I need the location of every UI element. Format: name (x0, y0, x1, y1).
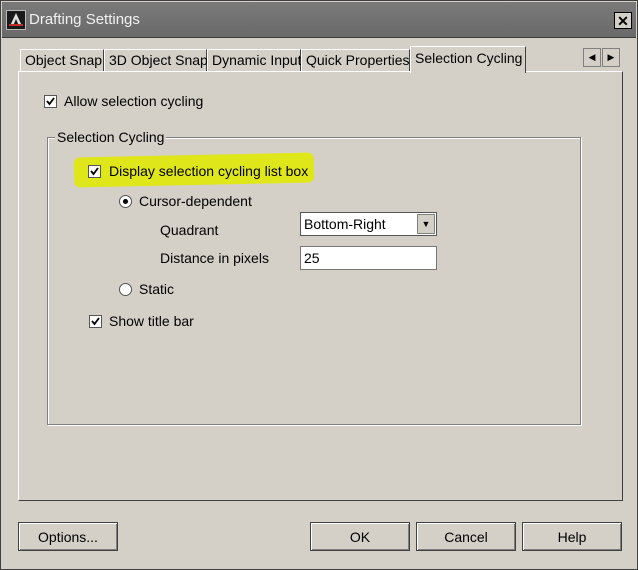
title-bar[interactable]: Drafting Settings ✕ (2, 2, 636, 38)
static-label[interactable]: Static (139, 281, 174, 297)
radio-selected-dot (123, 199, 128, 204)
drafting-settings-dialog: Drafting Settings ✕ Object Snap 3D Objec… (0, 0, 638, 570)
arrow-right-icon: ▶ (607, 52, 615, 62)
tab-selection-cycling[interactable]: Selection Cycling (410, 46, 526, 73)
quadrant-label: Quadrant (160, 222, 219, 238)
autocad-logo-icon (6, 10, 26, 30)
cancel-button[interactable]: Cancel (416, 522, 516, 551)
close-icon: ✕ (617, 12, 629, 29)
tab-quick-properties[interactable]: Quick Properties (301, 49, 410, 71)
arrow-left-icon: ◀ (588, 52, 596, 62)
cursor-dependent-label[interactable]: Cursor-dependent (139, 193, 252, 209)
distance-input[interactable]: 25 (300, 246, 437, 270)
ok-button[interactable]: OK (310, 522, 410, 551)
checkmark-icon (90, 167, 99, 176)
group-title: Selection Cycling (55, 129, 167, 145)
help-button[interactable]: Help (522, 522, 622, 551)
cursor-dependent-radio[interactable] (119, 195, 132, 208)
help-button-label: Help (557, 528, 587, 545)
tab-3d-object-snap[interactable]: 3D Object Snap (104, 49, 208, 71)
display-list-box-label[interactable]: Display selection cycling list box (109, 163, 308, 179)
window-title: Drafting Settings (29, 11, 140, 28)
close-button[interactable]: ✕ (614, 12, 632, 29)
display-list-box-checkbox[interactable] (88, 165, 101, 178)
tab-label: Dynamic Input (212, 52, 302, 68)
options-button[interactable]: Options... (18, 522, 118, 551)
options-button-label: Options... (38, 528, 98, 545)
checkmark-icon (91, 317, 100, 326)
static-radio[interactable] (119, 283, 132, 296)
tab-object-snap[interactable]: Object Snap (20, 49, 104, 71)
tab-scroll-right-button[interactable]: ▶ (602, 48, 620, 67)
checkmark-icon (46, 97, 55, 106)
show-title-bar-label[interactable]: Show title bar (109, 313, 194, 329)
dropdown-arrow-glyph: ▼ (421, 219, 431, 229)
tab-dynamic-input[interactable]: Dynamic Input (207, 49, 301, 71)
chevron-down-icon[interactable]: ▼ (417, 214, 435, 234)
cancel-button-label: Cancel (444, 528, 488, 545)
allow-cycling-checkbox[interactable] (44, 95, 57, 108)
quadrant-value: Bottom-Right (304, 216, 386, 232)
tab-label: 3D Object Snap (109, 52, 208, 68)
tab-label: Quick Properties (306, 52, 410, 68)
show-title-bar-checkbox[interactable] (89, 315, 102, 328)
tab-label: Selection Cycling (415, 50, 523, 66)
quadrant-select[interactable]: Bottom-Right ▼ (300, 212, 437, 236)
tab-scroll-left-button[interactable]: ◀ (583, 48, 601, 67)
distance-label: Distance in pixels (160, 250, 269, 266)
ok-button-label: OK (349, 528, 371, 545)
allow-cycling-label[interactable]: Allow selection cycling (64, 93, 203, 109)
tab-label: Object Snap (25, 52, 103, 68)
